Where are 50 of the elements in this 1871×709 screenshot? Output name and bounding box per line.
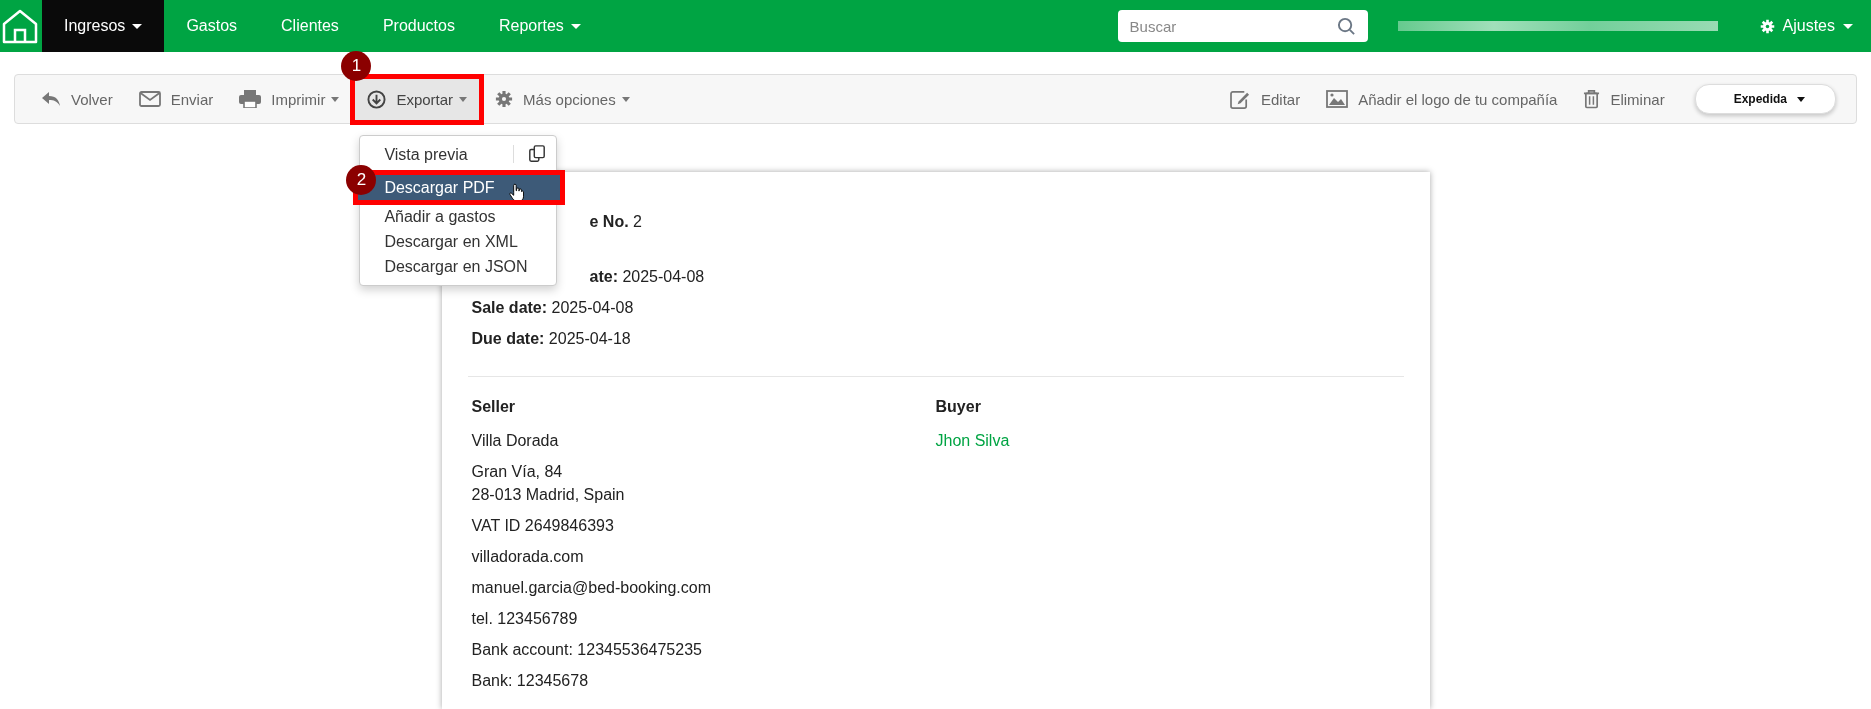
- menu-item[interactable]: Descargar en XML: [360, 228, 557, 254]
- menu-item[interactable]: Vista previa: [360, 141, 514, 167]
- home-icon[interactable]: [1, 7, 39, 45]
- buyer-heading: Buyer: [935, 397, 982, 417]
- nav-tab[interactable]: Productos: [360, 0, 477, 52]
- reply-arrow-icon: [41, 91, 61, 107]
- nav-tab[interactable]: Ingresos: [42, 0, 165, 52]
- search-field[interactable]: Buscar: [1117, 10, 1368, 42]
- buyer-name-link[interactable]: Jhon Silva: [935, 429, 1400, 452]
- pencil-square-icon: [1229, 89, 1251, 109]
- printer-icon: [239, 90, 262, 108]
- picture-icon: [1326, 90, 1349, 108]
- gear-icon: [495, 90, 514, 108]
- settings-label: Ajustes: [1782, 17, 1835, 35]
- toolbar-button[interactable]: Más opciones: [485, 82, 640, 116]
- seller-detail: Bank account: 12345536475235: [471, 640, 703, 660]
- menu-item[interactable]: Descargar en JSON: [360, 253, 557, 279]
- seller-detail: Bank: 12345678: [471, 671, 590, 691]
- nav-tab[interactable]: Gastos: [164, 0, 260, 52]
- seller-detail: 28-013 Madrid, Spain: [471, 485, 626, 505]
- menu-item[interactable]: Añadir a gastos: [360, 203, 557, 229]
- envelope-icon: [138, 91, 161, 107]
- seller-detail: manuel.garcia@bed-booking.com: [471, 578, 712, 598]
- toolbar-button[interactable]: Añadir el logo de tu compañía: [1316, 82, 1568, 116]
- step-number-badge: 2: [346, 164, 377, 195]
- status-dropdown[interactable]: Expedida: [1694, 84, 1836, 114]
- invoice-detail: Sale date: 2025-04-08: [471, 298, 634, 318]
- step-number-badge: 1: [341, 50, 372, 81]
- seller-detail: VAT ID 2649846393: [471, 516, 615, 536]
- search-icon: [1336, 17, 1356, 36]
- toolbar-button[interactable]: Volver: [31, 82, 123, 116]
- trash-icon: [1583, 89, 1601, 109]
- seller-detail: Villa Dorada: [471, 431, 560, 451]
- nav-tab[interactable]: Clientes: [259, 0, 361, 52]
- seller-detail: Gran Vía, 84: [471, 462, 564, 482]
- invoice-number: e No. 2: [589, 212, 642, 232]
- seller-heading: Seller: [471, 397, 517, 417]
- toolbar-button[interactable]: Eliminar: [1573, 81, 1675, 117]
- toolbar-button[interactable]: Editar: [1219, 81, 1311, 117]
- hand-cursor-icon: [508, 182, 524, 202]
- seller-detail: villadorada.com: [471, 547, 585, 567]
- invoice-detail: ate: 2025-04-08: [589, 267, 705, 287]
- download-circle-icon: [367, 89, 387, 109]
- settings-menu[interactable]: Ajustes: [1759, 17, 1853, 35]
- nav-tab[interactable]: Reportes: [476, 0, 603, 52]
- toolbar-button[interactable]: Enviar: [128, 82, 224, 116]
- invoice-detail: Due date: 2025-04-18: [471, 329, 631, 349]
- seller-detail: tel. 123456789: [471, 609, 579, 629]
- gear-icon: [1759, 18, 1775, 34]
- toolbar-button[interactable]: Imprimir: [229, 82, 350, 116]
